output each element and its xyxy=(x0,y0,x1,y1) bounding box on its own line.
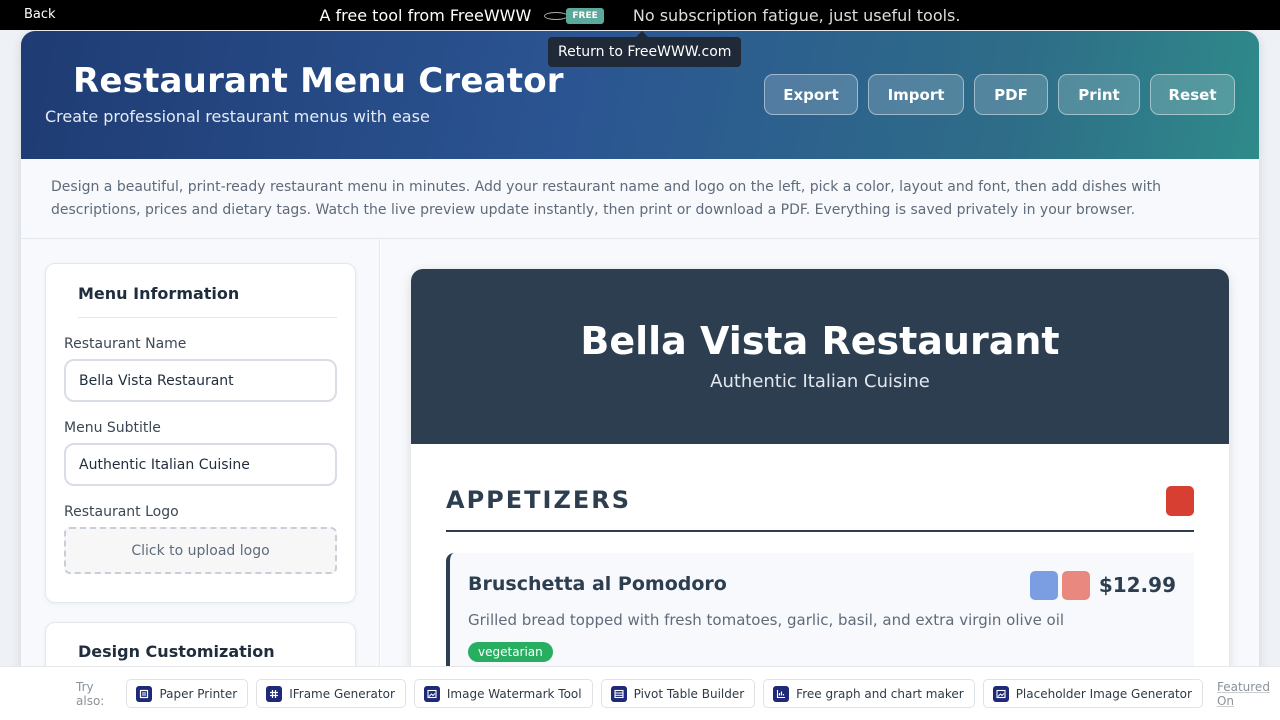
dietary-tag: vegetarian xyxy=(468,642,553,662)
link-label: Pivot Table Builder xyxy=(633,686,745,701)
image-icon xyxy=(423,685,440,702)
page-title: Restaurant Menu Creator xyxy=(73,61,564,101)
menu-subtitle-label: Menu Subtitle xyxy=(64,420,161,436)
link-pivot-table-builder[interactable]: Pivot Table Builder xyxy=(600,679,756,708)
logo-upload-button[interactable]: Click to upload logo xyxy=(64,527,337,574)
top-promo-bar: Back A free tool from FreeWWW FREE No su… xyxy=(0,0,1280,30)
chart-icon xyxy=(773,685,790,702)
item-description: Grilled bread topped with fresh tomatoes… xyxy=(468,611,1065,629)
menu-subtitle-input[interactable] xyxy=(64,443,337,486)
restaurant-logo-label: Restaurant Logo xyxy=(64,504,179,520)
tag-string xyxy=(544,11,569,20)
preview-subtitle: Authentic Italian Cuisine xyxy=(710,371,930,392)
link-image-watermark-tool[interactable]: Image Watermark Tool xyxy=(413,679,593,708)
menu-item: Bruschetta al Pomodoro $12.99 Grilled br… xyxy=(446,553,1194,683)
hash-icon xyxy=(266,685,283,702)
link-label: Image Watermark Tool xyxy=(446,686,582,701)
menu-information-card: Menu Information Restaurant Name Menu Su… xyxy=(45,263,356,603)
promo-center: A free tool from FreeWWW FREE No subscri… xyxy=(0,5,1280,25)
app-window: Restaurant Menu Creator Create professio… xyxy=(21,31,1259,720)
restaurant-name-label: Restaurant Name xyxy=(64,336,187,352)
try-also-label: Try also: xyxy=(76,679,105,708)
item-price: $12.99 xyxy=(1098,573,1176,597)
link-placeholder-image-generator[interactable]: Placeholder Image Generator xyxy=(982,679,1203,708)
document-icon xyxy=(136,685,153,702)
link-label: IFrame Generator xyxy=(289,686,395,701)
delete-item-button[interactable] xyxy=(1062,571,1090,600)
table-icon xyxy=(610,685,627,702)
restaurant-name-input[interactable] xyxy=(64,359,337,402)
link-graph-chart-maker[interactable]: Free graph and chart maker xyxy=(763,679,975,708)
delete-section-button[interactable] xyxy=(1166,486,1194,516)
menu-information-heading: Menu Information xyxy=(78,284,337,318)
import-button[interactable]: Import xyxy=(868,74,964,115)
intro-text: Design a beautiful, print-ready restaura… xyxy=(21,159,1259,239)
header-actions: Export Import PDF Print Reset xyxy=(764,74,1235,115)
sidebar: Menu Information Restaurant Name Menu Su… xyxy=(21,239,380,720)
menu-preview-header: Bella Vista Restaurant Authentic Italian… xyxy=(411,269,1229,444)
return-tooltip: Return to FreeWWW.com xyxy=(548,31,742,67)
menu-section: APPETIZERS xyxy=(446,486,1194,532)
link-label: Paper Printer xyxy=(159,686,238,701)
section-title: APPETIZERS xyxy=(446,486,632,514)
page-tagline: Create professional restaurant menus wit… xyxy=(45,107,430,126)
free-tag-icon[interactable]: FREE xyxy=(544,7,604,24)
export-button[interactable]: Export xyxy=(764,74,858,115)
print-button[interactable]: Print xyxy=(1058,74,1140,115)
image-icon xyxy=(992,685,1009,702)
link-paper-printer[interactable]: Paper Printer xyxy=(126,679,249,708)
link-label: Free graph and chart maker xyxy=(796,686,964,701)
try-also-bar: Try also: Paper Printer IFrame Generator… xyxy=(0,666,1280,720)
promo-subtext: No subscription fatigue, just useful too… xyxy=(632,6,961,25)
promo-text[interactable]: A free tool from FreeWWW xyxy=(320,6,532,25)
edit-item-button[interactable] xyxy=(1030,571,1058,600)
pdf-button[interactable]: PDF xyxy=(974,74,1048,115)
link-iframe-generator[interactable]: IFrame Generator xyxy=(256,679,406,708)
menu-preview: Bella Vista Restaurant Authentic Italian… xyxy=(411,269,1229,720)
featured-on-link[interactable]: Featured On xyxy=(1217,680,1280,708)
free-badge: FREE xyxy=(566,7,604,24)
reset-button[interactable]: Reset xyxy=(1150,74,1235,115)
preview-restaurant-name: Bella Vista Restaurant xyxy=(580,319,1060,363)
preview-area: Bella Vista Restaurant Authentic Italian… xyxy=(381,239,1259,720)
link-label: Placeholder Image Generator xyxy=(1015,686,1192,701)
item-name: Bruschetta al Pomodoro xyxy=(468,573,727,595)
